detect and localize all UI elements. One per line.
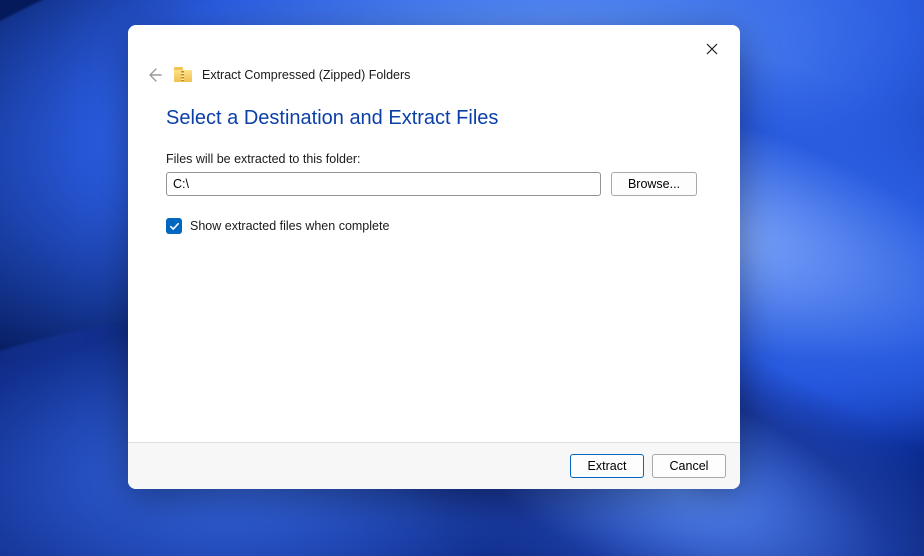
extract-button[interactable]: Extract — [570, 454, 644, 478]
browse-button[interactable]: Browse... — [611, 172, 697, 196]
close-button[interactable] — [690, 33, 734, 65]
path-label: Files will be extracted to this folder: — [166, 152, 702, 166]
show-files-checkbox[interactable] — [166, 218, 182, 234]
close-icon — [706, 43, 718, 55]
wizard-content: Select a Destination and Extract Files F… — [128, 99, 740, 442]
show-files-label: Show extracted files when complete — [190, 219, 389, 233]
wizard-header: Extract Compressed (Zipped) Folders — [128, 65, 740, 99]
checkmark-icon — [169, 221, 180, 232]
back-arrow-icon — [146, 67, 162, 83]
wizard-title: Extract Compressed (Zipped) Folders — [202, 68, 410, 82]
extract-wizard-dialog: Extract Compressed (Zipped) Folders Sele… — [128, 25, 740, 489]
page-heading: Select a Destination and Extract Files — [166, 107, 702, 130]
titlebar — [128, 25, 740, 65]
destination-path-input[interactable] — [166, 172, 601, 196]
back-button[interactable] — [144, 65, 164, 85]
cancel-button[interactable]: Cancel — [652, 454, 726, 478]
wizard-footer: Extract Cancel — [128, 442, 740, 489]
zipped-folder-icon — [174, 67, 192, 83]
